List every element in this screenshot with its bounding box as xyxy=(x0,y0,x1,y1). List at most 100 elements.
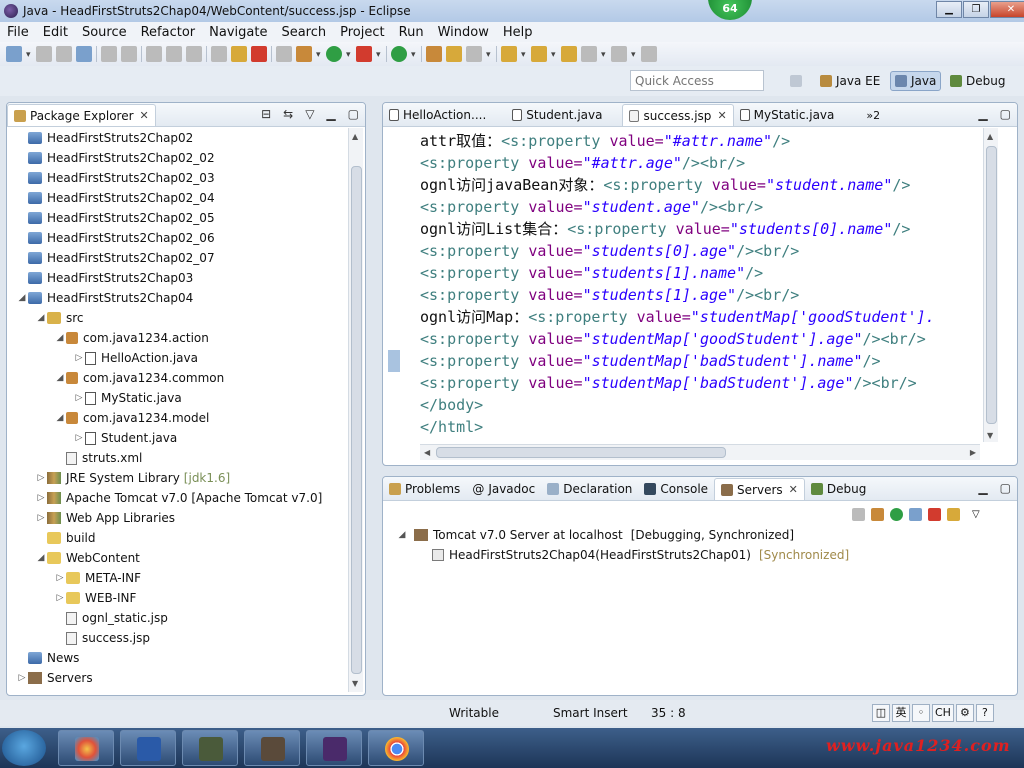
tree-item[interactable]: HeadFirstStruts2Chap02_02 xyxy=(8,148,342,168)
tab-student-java[interactable]: Student.java xyxy=(506,104,608,126)
redo-icon[interactable] xyxy=(166,46,182,62)
forward-icon[interactable] xyxy=(611,46,627,62)
tree-item[interactable]: ◢ com.java1234.action xyxy=(8,328,342,348)
close-icon[interactable]: ✕ xyxy=(789,483,798,496)
next-annotation-icon[interactable] xyxy=(501,46,517,62)
expand-triangle-icon[interactable]: ▷ xyxy=(73,353,85,363)
menu-file[interactable]: File xyxy=(0,25,36,40)
ime-language-button[interactable]: 英 xyxy=(892,704,910,722)
scroll-down-icon[interactable]: ▼ xyxy=(987,431,993,440)
expand-triangle-icon[interactable]: ▷ xyxy=(35,493,47,503)
scroll-right-icon[interactable]: ▶ xyxy=(970,448,976,457)
tree-item[interactable]: ◢ HeadFirstStruts2Chap04 xyxy=(8,288,342,308)
tree-item[interactable]: ognl_static.jsp xyxy=(8,608,342,628)
previous-annotation-icon[interactable] xyxy=(531,46,547,62)
tab-servers[interactable]: Servers ✕ xyxy=(714,478,805,500)
code-line[interactable]: </body> xyxy=(420,394,986,416)
link-with-editor-icon[interactable]: ⇆ xyxy=(283,107,293,121)
new-icon[interactable] xyxy=(6,46,22,62)
publish-server-icon[interactable] xyxy=(947,508,960,521)
collapse-triangle-icon[interactable]: ◢ xyxy=(16,293,28,303)
toggle-mark-icon[interactable] xyxy=(121,46,137,62)
code-line[interactable]: <s:property value="studentMap['badStuden… xyxy=(420,372,986,394)
open-type-icon[interactable] xyxy=(426,46,442,62)
minimize-view-icon[interactable]: ▁ xyxy=(978,481,987,495)
tab-success-jsp[interactable]: success.jsp ✕ xyxy=(622,104,734,126)
tree-item[interactable]: success.jsp xyxy=(8,628,342,648)
run-icon[interactable] xyxy=(326,46,342,62)
expand-triangle-icon[interactable]: ▷ xyxy=(54,593,66,603)
debug-dropdown-icon[interactable] xyxy=(316,46,322,62)
previous-annotation-dropdown-icon[interactable] xyxy=(551,46,557,62)
taskbar-app-3[interactable] xyxy=(182,730,238,766)
search-dropdown-icon[interactable] xyxy=(486,46,492,62)
close-icon[interactable]: ✕ xyxy=(717,109,726,122)
scrollbar-thumb[interactable] xyxy=(986,146,997,424)
tree-item[interactable]: ◢ com.java1234.common xyxy=(8,368,342,388)
tree-item[interactable]: ▷ WEB-INF xyxy=(8,588,342,608)
scroll-up-icon[interactable]: ▲ xyxy=(987,132,993,141)
new-dropdown-icon[interactable] xyxy=(26,46,32,62)
close-icon[interactable]: ✕ xyxy=(140,109,149,122)
ime-help-icon[interactable]: ? xyxy=(975,704,994,722)
code-line[interactable]: <s:property value="#attr.age"/><br/> xyxy=(420,152,986,174)
menu-help[interactable]: Help xyxy=(496,25,540,40)
tree-item[interactable]: ▷ Web App Libraries xyxy=(8,508,342,528)
editor-horizontal-scrollbar[interactable]: ◀ ▶ xyxy=(420,444,980,460)
collapse-triangle-icon[interactable]: ◢ xyxy=(35,553,47,563)
menu-refactor[interactable]: Refactor xyxy=(134,25,203,40)
pin-editor-icon[interactable] xyxy=(641,46,657,62)
resume-icon[interactable] xyxy=(211,46,227,62)
code-line[interactable]: <s:property value="studentMap['goodStude… xyxy=(420,328,986,350)
code-editor[interactable]: attr取值：<s:property value="#attr.name"/> <… xyxy=(420,130,986,440)
code-line[interactable]: <s:property value="studentMap['badStuden… xyxy=(420,350,986,372)
menu-navigate[interactable]: Navigate xyxy=(202,25,274,40)
expand-triangle-icon[interactable]: ▷ xyxy=(54,573,66,583)
collapse-triangle-icon[interactable]: ◢ xyxy=(54,373,66,383)
save-icon[interactable] xyxy=(36,46,52,62)
tree-item[interactable]: HeadFirstStruts2Chap02_05 xyxy=(8,208,342,228)
expand-triangle-icon[interactable]: ▷ xyxy=(73,393,85,403)
tree-item[interactable]: ▷ JRE System Library [jdk1.6] xyxy=(8,468,342,488)
tree-item[interactable]: News xyxy=(8,648,342,668)
tree-item[interactable]: HeadFirstStruts2Chap02_03 xyxy=(8,168,342,188)
forward-dropdown-icon[interactable] xyxy=(631,46,637,62)
perspective-java-button[interactable]: Java xyxy=(890,71,942,91)
tree-item[interactable]: ◢ src xyxy=(8,308,342,328)
code-line[interactable]: <s:property value="students[1].age"/><br… xyxy=(420,284,986,306)
back-dropdown-icon[interactable] xyxy=(601,46,607,62)
expand-triangle-icon[interactable]: ▷ xyxy=(73,433,85,443)
ime-ch-button[interactable]: CH xyxy=(932,704,954,722)
expand-triangle-icon[interactable]: ▷ xyxy=(35,513,47,523)
collapse-triangle-icon[interactable]: ◢ xyxy=(54,413,66,423)
expand-triangle-icon[interactable]: ▷ xyxy=(16,673,28,683)
last-edit-location-icon[interactable] xyxy=(561,46,577,62)
maximize-view-icon[interactable]: ▢ xyxy=(1000,107,1011,121)
tab-package-explorer[interactable]: Package Explorer ✕ xyxy=(7,104,156,126)
collapse-triangle-icon[interactable]: ◢ xyxy=(54,333,66,343)
taskbar-app-4[interactable] xyxy=(244,730,300,766)
perspective-java-ee-button[interactable]: Java EE xyxy=(816,71,884,91)
open-task-icon[interactable] xyxy=(446,46,462,62)
scroll-down-icon[interactable]: ▼ xyxy=(352,679,358,688)
code-line[interactable]: </html> xyxy=(420,416,986,438)
undo-icon[interactable] xyxy=(146,46,162,62)
scrollbar-thumb[interactable] xyxy=(351,166,362,674)
perspective-debug-button[interactable]: Debug xyxy=(946,71,1009,91)
tree-item[interactable]: ▷ META-INF xyxy=(8,568,342,588)
terminate-icon[interactable] xyxy=(251,46,267,62)
close-button[interactable]: ✕ xyxy=(990,1,1024,18)
print-icon[interactable] xyxy=(76,46,92,62)
tab-helloaction-java[interactable]: HelloAction.... xyxy=(383,104,492,126)
ime-options-icon[interactable]: ⚙ xyxy=(955,704,974,722)
start-server-icon[interactable] xyxy=(890,508,903,521)
code-line[interactable]: ognl访问javaBean对象：<s:property value="stud… xyxy=(420,174,986,196)
menu-search[interactable]: Search xyxy=(274,25,333,40)
code-line[interactable]: <s:property value="students[0].age"/><br… xyxy=(420,240,986,262)
ime-punctuation-icon[interactable]: ◦ xyxy=(912,704,930,722)
scrollbar-thumb[interactable] xyxy=(436,447,726,458)
tree-item[interactable]: build xyxy=(8,528,342,548)
tree-item[interactable]: ▷ HelloAction.java xyxy=(8,348,342,368)
tree-item[interactable]: HeadFirstStruts2Chap02 xyxy=(8,128,342,148)
tab-debug[interactable]: Debug xyxy=(805,478,872,500)
